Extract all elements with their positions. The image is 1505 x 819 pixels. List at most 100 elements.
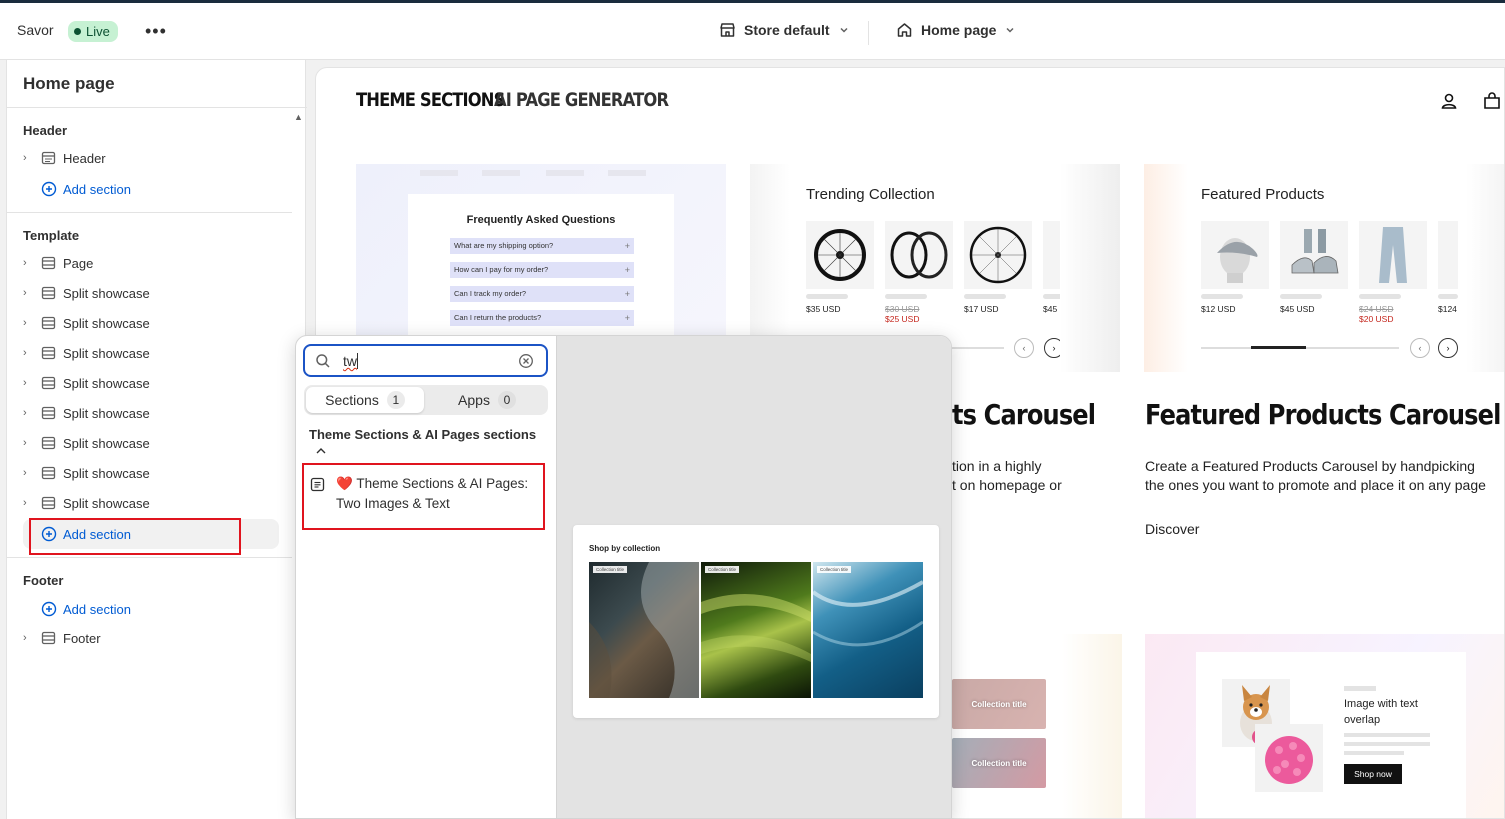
featured-heading: Featured Products bbox=[1201, 186, 1325, 203]
page-title: Home page bbox=[23, 74, 115, 93]
home-icon bbox=[897, 23, 912, 37]
tree-item-label: Split showcase bbox=[63, 285, 150, 301]
divider bbox=[7, 107, 307, 108]
tab-apps[interactable]: Apps 0 bbox=[428, 387, 546, 413]
clear-search-icon[interactable] bbox=[518, 353, 534, 369]
tree-item-split-showcase[interactable]: › Split showcase bbox=[23, 399, 277, 427]
section-desc-line: Create a Featured Products Carousel by h… bbox=[1145, 458, 1475, 474]
collection-tag: Collection title bbox=[817, 566, 852, 573]
section-layout-icon bbox=[41, 316, 63, 330]
collection-tile: Collection title bbox=[952, 738, 1046, 788]
carousel-next-button[interactable]: › bbox=[1438, 338, 1458, 358]
tree-item-split-showcase[interactable]: › Split showcase bbox=[23, 429, 277, 457]
shop-now-button[interactable]: Shop now bbox=[1344, 764, 1402, 784]
plus-circle-icon bbox=[41, 601, 57, 617]
chevron-right-icon[interactable]: › bbox=[23, 632, 41, 644]
page-selector-label: Home page bbox=[921, 22, 997, 38]
section-layout-icon bbox=[41, 286, 63, 300]
collection-list-card[interactable]: Collection title Collection title bbox=[952, 634, 1122, 818]
section-layout-icon bbox=[41, 406, 63, 420]
section-layout-icon bbox=[41, 256, 63, 270]
product-price: $12 USD bbox=[1201, 304, 1236, 314]
chevron-right-icon[interactable]: › bbox=[23, 347, 41, 359]
discover-link[interactable]: Discover bbox=[1145, 520, 1199, 539]
tree-item-split-showcase[interactable]: › Split showcase bbox=[23, 369, 277, 397]
tree-item-label: Split showcase bbox=[63, 375, 150, 391]
chevron-up-icon[interactable] bbox=[315, 446, 327, 456]
group-label-template: Template bbox=[23, 228, 80, 243]
tab-sections[interactable]: Sections 1 bbox=[306, 387, 424, 413]
chevron-right-icon[interactable]: › bbox=[23, 287, 41, 299]
chevron-right-icon[interactable]: › bbox=[23, 257, 41, 269]
product-compare-price: $24 USD bbox=[1359, 304, 1394, 314]
tree-item-label: Header bbox=[63, 150, 106, 166]
product-price: $124 bbox=[1438, 304, 1457, 314]
add-section-label: Add section bbox=[63, 601, 131, 617]
chevron-right-icon[interactable]: › bbox=[23, 317, 41, 329]
chevron-right-icon[interactable]: › bbox=[23, 152, 41, 164]
image-with-text-card[interactable]: Image with text overlap Shop now bbox=[1145, 634, 1504, 818]
chevron-right-icon[interactable]: › bbox=[23, 497, 41, 509]
carousel-prev-button[interactable]: ‹ bbox=[1410, 338, 1430, 358]
faq-question: Can I return the products? bbox=[450, 310, 634, 326]
tree-item-label: Split showcase bbox=[63, 465, 150, 481]
highlight-box-search-result bbox=[302, 463, 545, 530]
product-sale-price: $20 USD bbox=[1359, 314, 1394, 324]
tree-item-header[interactable]: › Header bbox=[23, 144, 277, 172]
chevron-down-icon bbox=[840, 27, 848, 33]
search-icon bbox=[316, 354, 330, 368]
chevron-right-icon[interactable]: › bbox=[23, 377, 41, 389]
product-image-wheel bbox=[806, 221, 874, 289]
page-selector[interactable]: Home page bbox=[896, 22, 1016, 38]
chevron-right-icon[interactable]: › bbox=[23, 407, 41, 419]
section-layout-icon bbox=[41, 376, 63, 390]
faq-question: How can I pay for my order? bbox=[450, 262, 634, 278]
live-status-badge: Live bbox=[68, 21, 118, 42]
tree-item-footer[interactable]: › Footer bbox=[23, 624, 277, 652]
featured-products-card[interactable]: Featured Products $12 USD $45 USD $24 US… bbox=[1144, 164, 1504, 372]
tree-item-label: Page bbox=[63, 255, 94, 271]
scroll-up-arrow-icon[interactable]: ▲ bbox=[294, 112, 303, 122]
tree-item-page[interactable]: › Page bbox=[23, 249, 277, 277]
chevron-right-icon[interactable]: › bbox=[23, 437, 41, 449]
product-image-jeans bbox=[1359, 221, 1427, 289]
chevron-right-icon[interactable]: › bbox=[23, 467, 41, 479]
section-title-featured-carousel: Featured Products Carousel bbox=[1145, 398, 1501, 431]
nav-tab-theme-sections[interactable]: THEME SECTIONS bbox=[356, 89, 505, 111]
add-section-footer-button[interactable]: Add section bbox=[41, 597, 131, 621]
tree-item-split-showcase[interactable]: › Split showcase bbox=[23, 279, 277, 307]
tree-item-split-showcase[interactable]: › Split showcase bbox=[23, 339, 277, 367]
nav-tab-ai-page-generator[interactable]: AI PAGE GENERATOR bbox=[494, 89, 669, 111]
result-group-heading: Theme Sections & AI Pages sections bbox=[309, 427, 537, 442]
collection-tag: Collection title bbox=[705, 566, 740, 573]
preview-section-title: Shop by collection bbox=[589, 544, 661, 553]
tree-item-split-showcase[interactable]: › Split showcase bbox=[23, 489, 277, 517]
tree-item-label: Split showcase bbox=[63, 315, 150, 331]
tree-item-split-showcase[interactable]: › Split showcase bbox=[23, 309, 277, 337]
section-desc-line: tion in a highly bbox=[952, 458, 1042, 474]
group-label-header: Header bbox=[23, 123, 68, 138]
tree-item-label: Footer bbox=[63, 630, 101, 646]
carousel-prev-button[interactable]: ‹ bbox=[1014, 338, 1034, 358]
account-icon[interactable] bbox=[1440, 92, 1458, 110]
tree-item-split-showcase[interactable]: › Split showcase bbox=[23, 459, 277, 487]
more-actions-button[interactable]: ••• bbox=[145, 21, 167, 41]
add-section-header-button[interactable]: Add section bbox=[41, 177, 131, 201]
cart-icon[interactable] bbox=[1482, 92, 1502, 110]
section-layout-icon bbox=[41, 346, 63, 360]
product-compare-price: $30 USD bbox=[885, 304, 920, 314]
product-price: $35 USD bbox=[806, 304, 841, 314]
section-search-input[interactable]: tw bbox=[303, 344, 548, 377]
highlight-box-add-section bbox=[29, 518, 241, 555]
tab-count-badge: 1 bbox=[386, 391, 405, 409]
section-layout-icon bbox=[41, 631, 63, 645]
search-query-text: tw bbox=[343, 353, 357, 369]
collection-tag: Collection title bbox=[593, 566, 628, 573]
tab-count-badge: 0 bbox=[497, 391, 516, 409]
tree-item-label: Split showcase bbox=[63, 345, 150, 361]
section-title-carousel: ts Carousel bbox=[952, 398, 1096, 431]
add-section-popover: tw Sections 1 Apps 0 Theme Sections & AI… bbox=[295, 335, 952, 819]
store-selector[interactable]: Store default bbox=[719, 22, 850, 38]
top-bar: Savor Live ••• Store default Home page bbox=[0, 0, 1505, 60]
product-image-partial bbox=[1438, 221, 1458, 289]
